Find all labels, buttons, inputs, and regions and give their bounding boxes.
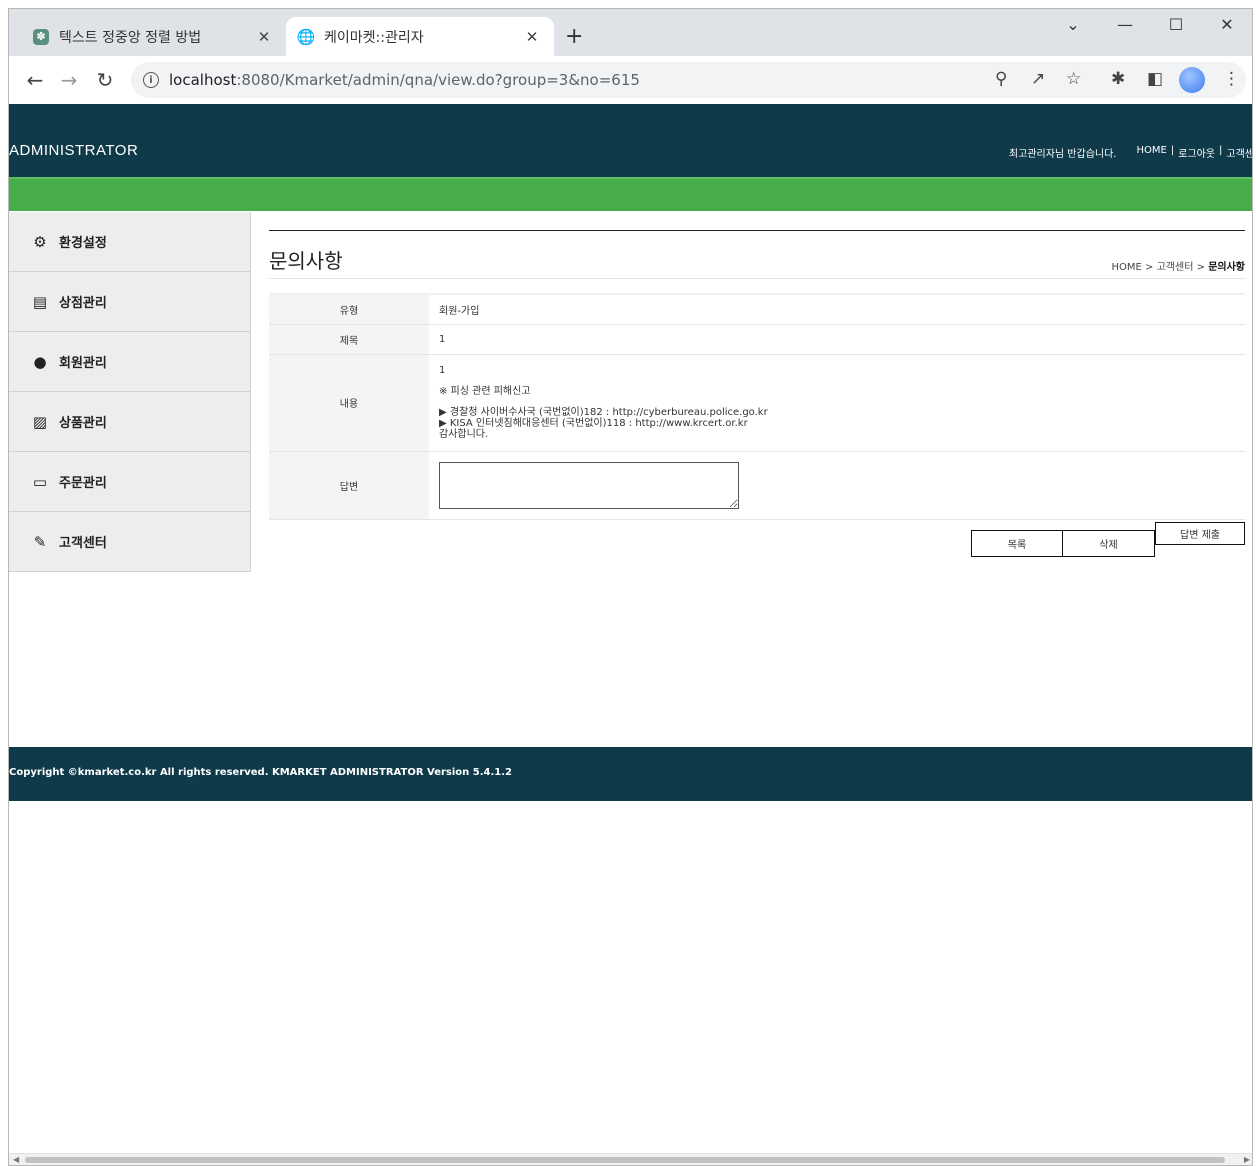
site-header: ADMINISTRATOR 최고관리자님 반갑습니다. HOME | 로그아웃 … (9, 104, 1252, 177)
sidebar-item-orders[interactable]: ▭ 주문관리 (9, 452, 251, 512)
content-header: 문의사항 HOME > 고객센터 > 문의사항 (269, 231, 1245, 279)
subject-label: 제목 (269, 324, 429, 355)
logout-link[interactable]: 로그아웃 (1178, 145, 1215, 160)
web-page: ADMINISTRATOR 최고관리자님 반갑습니다. HOME | 로그아웃 … (9, 104, 1252, 1154)
breadcrumb-separator: > (1145, 262, 1154, 273)
horizontal-scrollbar[interactable]: ◀ ▶ (9, 1153, 1252, 1165)
table-row: 내용 1 ※ 피싱 관련 피해신고 ▶ 경찰청 사이버수사국 (국번없이)182… (269, 354, 1245, 452)
green-nav-bar (9, 177, 1252, 211)
home-link[interactable]: HOME (1136, 145, 1166, 160)
store-icon: ▤ (32, 292, 48, 311)
top-nav: 최고관리자님 반갑습니다. HOME | 로그아웃 | 고객센 (1008, 145, 1252, 160)
nav-separator: | (1170, 145, 1175, 156)
breadcrumb-home[interactable]: HOME (1112, 262, 1142, 273)
site-info-icon[interactable]: i (143, 72, 159, 88)
breadcrumb-current: 문의사항 (1208, 262, 1245, 273)
tab-title: 텍스트 정중앙 정렬 방법 (59, 29, 202, 46)
page-title: 문의사항 (269, 249, 343, 273)
back-icon[interactable]: ← (23, 68, 47, 92)
side-panel-icon[interactable]: ◧ (1147, 69, 1163, 89)
users-icon: ● (33, 352, 47, 371)
breadcrumb-section[interactable]: 고객센터 (1157, 262, 1194, 273)
table-row: 유형 회원-가입 (269, 294, 1245, 325)
card-icon: ▭ (32, 472, 48, 491)
sidebar-item-customer-center[interactable]: ✎ 고객센터 (9, 512, 251, 572)
sidebar-item-products[interactable]: ▨ 상품관리 (9, 392, 251, 452)
content-line: ▶ KISA 인터넷침해대응센터 (국번없이)118 : http://www.… (439, 418, 748, 429)
reload-icon[interactable]: ↻ (93, 68, 117, 92)
qna-detail-table: 유형 회원-가입 제목 1 내용 1 ※ 피싱 관련 피해신고 ▶ 경찰청 사이… (269, 293, 1245, 520)
sidebar-item-label: 회원관리 (59, 356, 107, 371)
submit-answer-button[interactable]: 답변 제출 (1155, 521, 1245, 545)
zoom-icon[interactable]: ⚲ (995, 69, 1007, 89)
tab-title: 케이마켓::관리자 (324, 29, 424, 46)
content-line (439, 397, 1235, 407)
type-label: 유형 (269, 294, 429, 325)
greeting-text: 최고관리자님 반갑습니다. (1008, 149, 1117, 160)
sidebar-item-label: 상품관리 (59, 416, 107, 431)
subject-value: 1 (429, 324, 1245, 355)
gears-icon: ⚙ (33, 232, 47, 251)
content-line (439, 376, 1235, 386)
menu-icon[interactable]: ⋮ (1223, 69, 1240, 89)
scroll-left-icon[interactable]: ◀ (13, 1155, 19, 1164)
button-group: 목록 삭제 답변 제출 (269, 520, 1245, 560)
content-label: 내용 (269, 354, 429, 452)
answer-textarea[interactable] (439, 462, 739, 509)
content-line: ※ 피싱 관련 피해신고 (439, 386, 531, 397)
globe-icon: 🌐 (296, 27, 316, 46)
breadcrumb: HOME > 고객센터 > 문의사항 (1112, 258, 1246, 273)
content-line: 감사합니다. (439, 429, 489, 440)
sidebar-item-label: 고객센터 (59, 536, 107, 551)
customer-center-link[interactable]: 고객센 (1226, 145, 1252, 160)
tab-strip: ✽ 텍스트 정중앙 정렬 방법 ✕ 🌐 케이마켓::관리자 ✕ + ⌄ — ☐ … (9, 9, 1252, 56)
answer-cell (429, 451, 1245, 520)
content-value: 1 ※ 피싱 관련 피해신고 ▶ 경찰청 사이버수사국 (국번없이)182 : … (429, 354, 1245, 452)
tab-search-icon[interactable]: ⌄ (1053, 15, 1093, 34)
forward-icon[interactable]: → (57, 68, 81, 92)
site-footer: Copyright ©kmarket.co.kr All rights rese… (9, 747, 1252, 801)
share-icon[interactable]: ↗ (1031, 69, 1045, 89)
boxes-icon: ▨ (32, 412, 48, 431)
content-line: ▶ 경찰청 사이버수사국 (국번없이)182 : http://cyberbur… (439, 407, 768, 418)
answer-label: 답변 (269, 451, 429, 520)
browser-toolbar: ← → ↻ i localhost:8080/Kmarket/admin/qna… (9, 56, 1252, 104)
scrollbar-thumb[interactable] (25, 1157, 1225, 1163)
new-tab-button[interactable]: + (565, 24, 583, 49)
close-icon[interactable]: ✕ (254, 28, 274, 46)
sidebar-item-label: 환경설정 (59, 236, 107, 251)
extensions-icon[interactable]: ✱ (1111, 69, 1125, 89)
scroll-right-icon[interactable]: ▶ (1244, 1155, 1250, 1164)
browser-tab-1[interactable]: ✽ 텍스트 정중앙 정렬 방법 ✕ (21, 17, 286, 56)
sidebar-item-label: 주문관리 (59, 476, 107, 491)
window-close-icon[interactable]: ✕ (1207, 15, 1247, 34)
sidebar-item-settings[interactable]: ⚙ 환경설정 (9, 212, 251, 272)
edit-icon: ✎ (33, 532, 47, 551)
maximize-icon[interactable]: ☐ (1156, 15, 1196, 34)
copyright-text: Copyright ©kmarket.co.kr All rights rese… (9, 767, 512, 778)
table-row: 답변 (269, 451, 1245, 520)
sidebar-item-store[interactable]: ▤ 상점관리 (9, 272, 251, 332)
table-row: 제목 1 (269, 324, 1245, 355)
content-line: 1 (439, 365, 446, 376)
bookmark-star-icon[interactable]: ☆ (1066, 69, 1081, 89)
admin-sidebar: ⚙ 환경설정 ▤ 상점관리 ● 회원관리 ▨ 상품관리 ▭ 주문관리 ✎ 고객센… (9, 212, 251, 572)
close-icon[interactable]: ✕ (522, 28, 542, 46)
main-content: 문의사항 HOME > 고객센터 > 문의사항 유형 회원-가입 제목 1 내용… (269, 230, 1245, 560)
delete-button[interactable]: 삭제 (1062, 529, 1155, 557)
sidebar-item-members[interactable]: ● 회원관리 (9, 332, 251, 392)
list-button[interactable]: 목록 (971, 529, 1063, 557)
sidebar-item-label: 상점관리 (59, 296, 107, 311)
minimize-icon[interactable]: — (1105, 15, 1145, 34)
content-body: 1 ※ 피싱 관련 피해신고 ▶ 경찰청 사이버수사국 (국번없이)182 : … (439, 365, 1235, 440)
type-value: 회원-가입 (429, 294, 1245, 325)
browser-tab-2[interactable]: 🌐 케이마켓::관리자 ✕ (286, 17, 554, 56)
logo[interactable]: ADMINISTRATOR (9, 142, 138, 159)
profile-avatar[interactable] (1179, 67, 1205, 93)
chatgpt-icon: ✽ (33, 28, 49, 45)
nav-separator: | (1219, 145, 1223, 156)
breadcrumb-separator: > (1196, 262, 1205, 273)
browser-window: ✽ 텍스트 정중앙 정렬 방법 ✕ 🌐 케이마켓::관리자 ✕ + ⌄ — ☐ … (8, 8, 1253, 1166)
url-text[interactable]: localhost:8080/Kmarket/admin/qna/view.do… (169, 71, 640, 89)
